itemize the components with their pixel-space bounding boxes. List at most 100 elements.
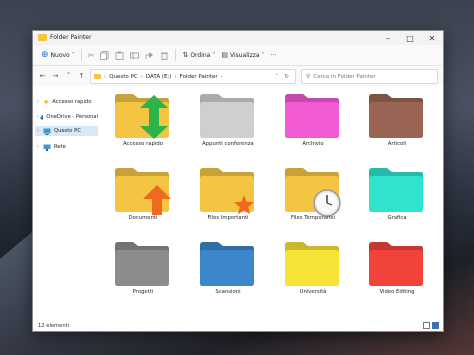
folder-item[interactable]: Appunti conferenza — [188, 87, 268, 159]
search-icon: ⚲ — [306, 73, 311, 80]
folder-item[interactable]: Files Importanti — [188, 161, 268, 233]
file-explorer-window: Folder Painter – □ ✕ ⊕ Nuovo ˅ ✂ ⇅ Ordin… — [32, 30, 444, 332]
folder-item[interactable]: Video Editing — [357, 235, 437, 307]
scissors-icon: ✂ — [87, 50, 95, 60]
plus-icon: ⊕ — [41, 50, 49, 60]
folder-item[interactable]: Accesso rapido — [103, 87, 183, 159]
chevron-down-icon: ˅ — [261, 51, 265, 59]
up-arrow-icon — [143, 185, 171, 215]
minimize-button[interactable]: – — [377, 31, 399, 45]
folder-item[interactable]: Grafica — [357, 161, 437, 233]
more-button[interactable]: ··· — [268, 47, 280, 63]
folder-item[interactable]: Università — [273, 235, 353, 307]
sort-label: Ordina — [190, 51, 211, 59]
details-view-button[interactable] — [423, 322, 430, 329]
clipboard-icon — [116, 51, 124, 60]
item-count: 12 elementi — [38, 322, 70, 329]
delete-button[interactable] — [157, 47, 172, 63]
folder-item[interactable]: Archivio — [273, 87, 353, 159]
folder-icon — [115, 242, 169, 286]
folder-label: Accesso rapido — [123, 141, 163, 147]
sidebar-item-label: Questo PC — [54, 128, 81, 134]
new-button[interactable]: ⊕ Nuovo ˅ — [38, 47, 78, 63]
address-bar[interactable]: › Questo PC › DATA (E:) › Folder Painter… — [90, 69, 296, 84]
folder-label: Files Importanti — [207, 215, 249, 221]
paste-button[interactable] — [112, 47, 127, 63]
rename-icon — [130, 51, 140, 59]
sidebar-item-label: Accesso rapido — [52, 99, 92, 105]
folder-icon — [369, 242, 423, 286]
folder-icon — [38, 34, 47, 41]
folder-icon — [285, 94, 339, 138]
sidebar-item-quick-access[interactable]: › ★ Accesso rapido — [37, 97, 98, 107]
folder-label: Progetti — [132, 289, 154, 295]
sidebar-item-network[interactable]: › Rete — [37, 142, 98, 152]
back-button[interactable]: ← — [36, 69, 49, 83]
chevron-down-icon: ˅ — [71, 51, 75, 59]
sidebar-item-this-pc[interactable]: › Questo PC — [35, 126, 98, 136]
star-icon: ★ — [43, 98, 50, 106]
close-button[interactable]: ✕ — [421, 31, 443, 45]
copy-button[interactable] — [97, 47, 112, 63]
folder-item[interactable]: Progetti — [103, 235, 183, 307]
cut-button[interactable]: ✂ — [85, 47, 98, 63]
folder-item[interactable]: Files Temporanei — [273, 161, 353, 233]
folder-label: Appunti conferenza — [202, 141, 254, 147]
sort-icon: ⇅ — [182, 51, 189, 59]
view-button[interactable]: ▤ Visualizza ˅ — [218, 47, 267, 63]
folder-grid: Accesso rapido Appunti conferenza Archivio… — [101, 87, 442, 319]
icons-view-button[interactable] — [432, 322, 439, 329]
share-icon — [146, 51, 154, 59]
star-icon — [234, 195, 254, 215]
view-icon: ▤ — [221, 51, 228, 59]
forward-button[interactable]: → — [49, 69, 62, 83]
folder-label: Archivio — [302, 141, 324, 147]
trash-icon — [161, 52, 169, 60]
view-label: Visualizza — [229, 51, 260, 59]
folder-item[interactable]: Documenti — [103, 161, 183, 233]
breadcrumb-item[interactable]: Questo PC — [109, 74, 138, 80]
cloud-icon — [39, 114, 44, 120]
folder-label: Files Temporanei — [290, 215, 336, 221]
folder-label: Articoli — [387, 141, 407, 147]
folder-icon — [200, 242, 254, 286]
status-bar: 12 elementi — [33, 320, 443, 331]
breadcrumb-sep: › — [220, 73, 223, 80]
folder-icon — [369, 168, 423, 212]
folder-label: Video Editing — [379, 289, 415, 295]
new-label: Nuovo — [50, 51, 70, 59]
folder-icon — [94, 74, 101, 79]
folder-label: Grafica — [387, 215, 407, 221]
breadcrumb-item[interactable]: Folder Painter — [180, 74, 218, 80]
computer-icon — [43, 128, 51, 135]
rename-button[interactable] — [127, 47, 142, 63]
sort-button[interactable]: ⇅ Ordina ˅ — [179, 47, 218, 63]
breadcrumb-sep: › — [104, 73, 107, 80]
folder-icon — [369, 94, 423, 138]
sidebar-item-label: OneDrive - Personal — [46, 114, 98, 120]
folder-item[interactable]: Scansioni — [188, 235, 268, 307]
recent-button[interactable]: ˅ — [62, 69, 75, 83]
address-dropdown-icon[interactable]: ˅ — [275, 74, 278, 80]
sidebar-item-onedrive[interactable]: › OneDrive - Personal — [37, 112, 98, 122]
chevron-down-icon: ˅ — [212, 51, 216, 59]
maximize-button[interactable]: □ — [399, 31, 421, 45]
command-bar: ⊕ Nuovo ˅ ✂ ⇅ Ordina ˅ ▤ Visualizza ˅ ··… — [33, 45, 443, 66]
breadcrumb-item[interactable]: DATA (E:) — [146, 74, 172, 80]
title-bar: Folder Painter – □ ✕ — [33, 31, 443, 45]
updown-arrow-icon — [140, 95, 168, 139]
up-button[interactable]: ↑ — [75, 69, 88, 83]
share-button[interactable] — [142, 47, 157, 63]
breadcrumb-sep: › — [174, 73, 177, 80]
address-bar-row: ← → ˅ ↑ › Questo PC › DATA (E:) › Folder… — [33, 66, 443, 86]
folder-label: Università — [299, 289, 327, 295]
sidebar-item-label: Rete — [54, 144, 66, 150]
folder-icon — [285, 242, 339, 286]
search-input[interactable]: ⚲ Cerca in Folder Painter — [301, 69, 438, 84]
breadcrumb-sep: › — [140, 73, 143, 80]
folder-label: Documenti — [128, 215, 158, 221]
folder-item[interactable]: Articoli — [357, 87, 437, 159]
clock-icon — [313, 189, 341, 217]
refresh-icon[interactable]: ↻ — [284, 74, 289, 80]
network-icon — [43, 144, 51, 151]
